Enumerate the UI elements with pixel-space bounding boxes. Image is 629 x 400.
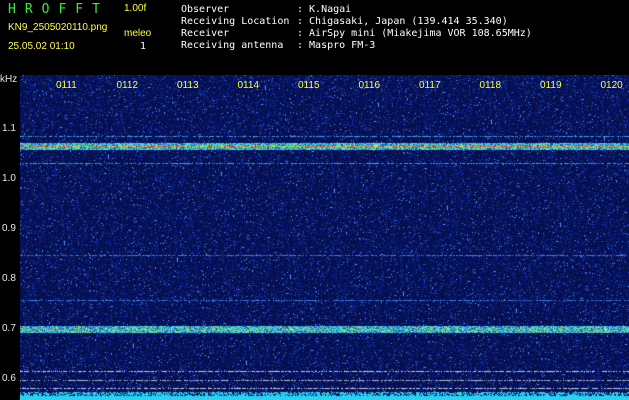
spectrogram-panel <box>20 75 629 400</box>
y-tick-label: 0.8 <box>2 273 16 284</box>
observer-value: : K.Nagai <box>297 4 352 15</box>
spectrogram-canvas <box>20 75 629 400</box>
x-tick-label: 0111 <box>56 80 77 91</box>
x-tick-label: 0117 <box>419 80 441 91</box>
y-axis-unit: kHz <box>0 74 18 85</box>
datetime-label: 25.05.02 01:10 <box>8 41 75 52</box>
antenna-label: Receiving antenna <box>181 40 284 51</box>
x-tick-label: 0114 <box>237 80 260 91</box>
y-tick-label: 0.6 <box>2 373 16 384</box>
x-tick-label: 0118 <box>479 80 502 91</box>
app-title: HROFFT <box>8 2 109 17</box>
location-value: : Chigasaki, Japan (139.414 35.340) <box>297 16 508 27</box>
x-tick-label: 0116 <box>358 80 381 91</box>
header-panel: HROFFT 1.00f KN9_2505020110.png meleo 25… <box>0 0 629 72</box>
version-label: 1.00f <box>124 3 147 14</box>
x-tick-label: 0112 <box>116 80 139 91</box>
y-tick-label: 1.1 <box>2 123 16 134</box>
x-tick-label: 0115 <box>298 80 320 91</box>
x-tick-label: 0120 <box>600 80 623 91</box>
y-tick-label: 1.0 <box>2 173 16 184</box>
location-label: Receiving Location <box>181 16 290 27</box>
observer-label: Observer <box>181 4 230 15</box>
y-tick-label: 0.7 <box>2 323 16 334</box>
y-tick-label: 0.9 <box>2 223 16 234</box>
filename-label: KN9_2505020110.png <box>8 22 108 33</box>
receiver-value: : AirSpy mini (Miakejima VOR 108.65MHz) <box>297 28 532 39</box>
antenna-value: : Maspro FM-3 <box>297 40 376 51</box>
x-tick-label: 0113 <box>177 80 199 91</box>
meleo-value: 1 <box>140 41 147 52</box>
receiver-label: Receiver <box>181 28 230 39</box>
x-tick-label: 0119 <box>540 80 562 91</box>
meleo-label: meleo <box>124 28 152 39</box>
